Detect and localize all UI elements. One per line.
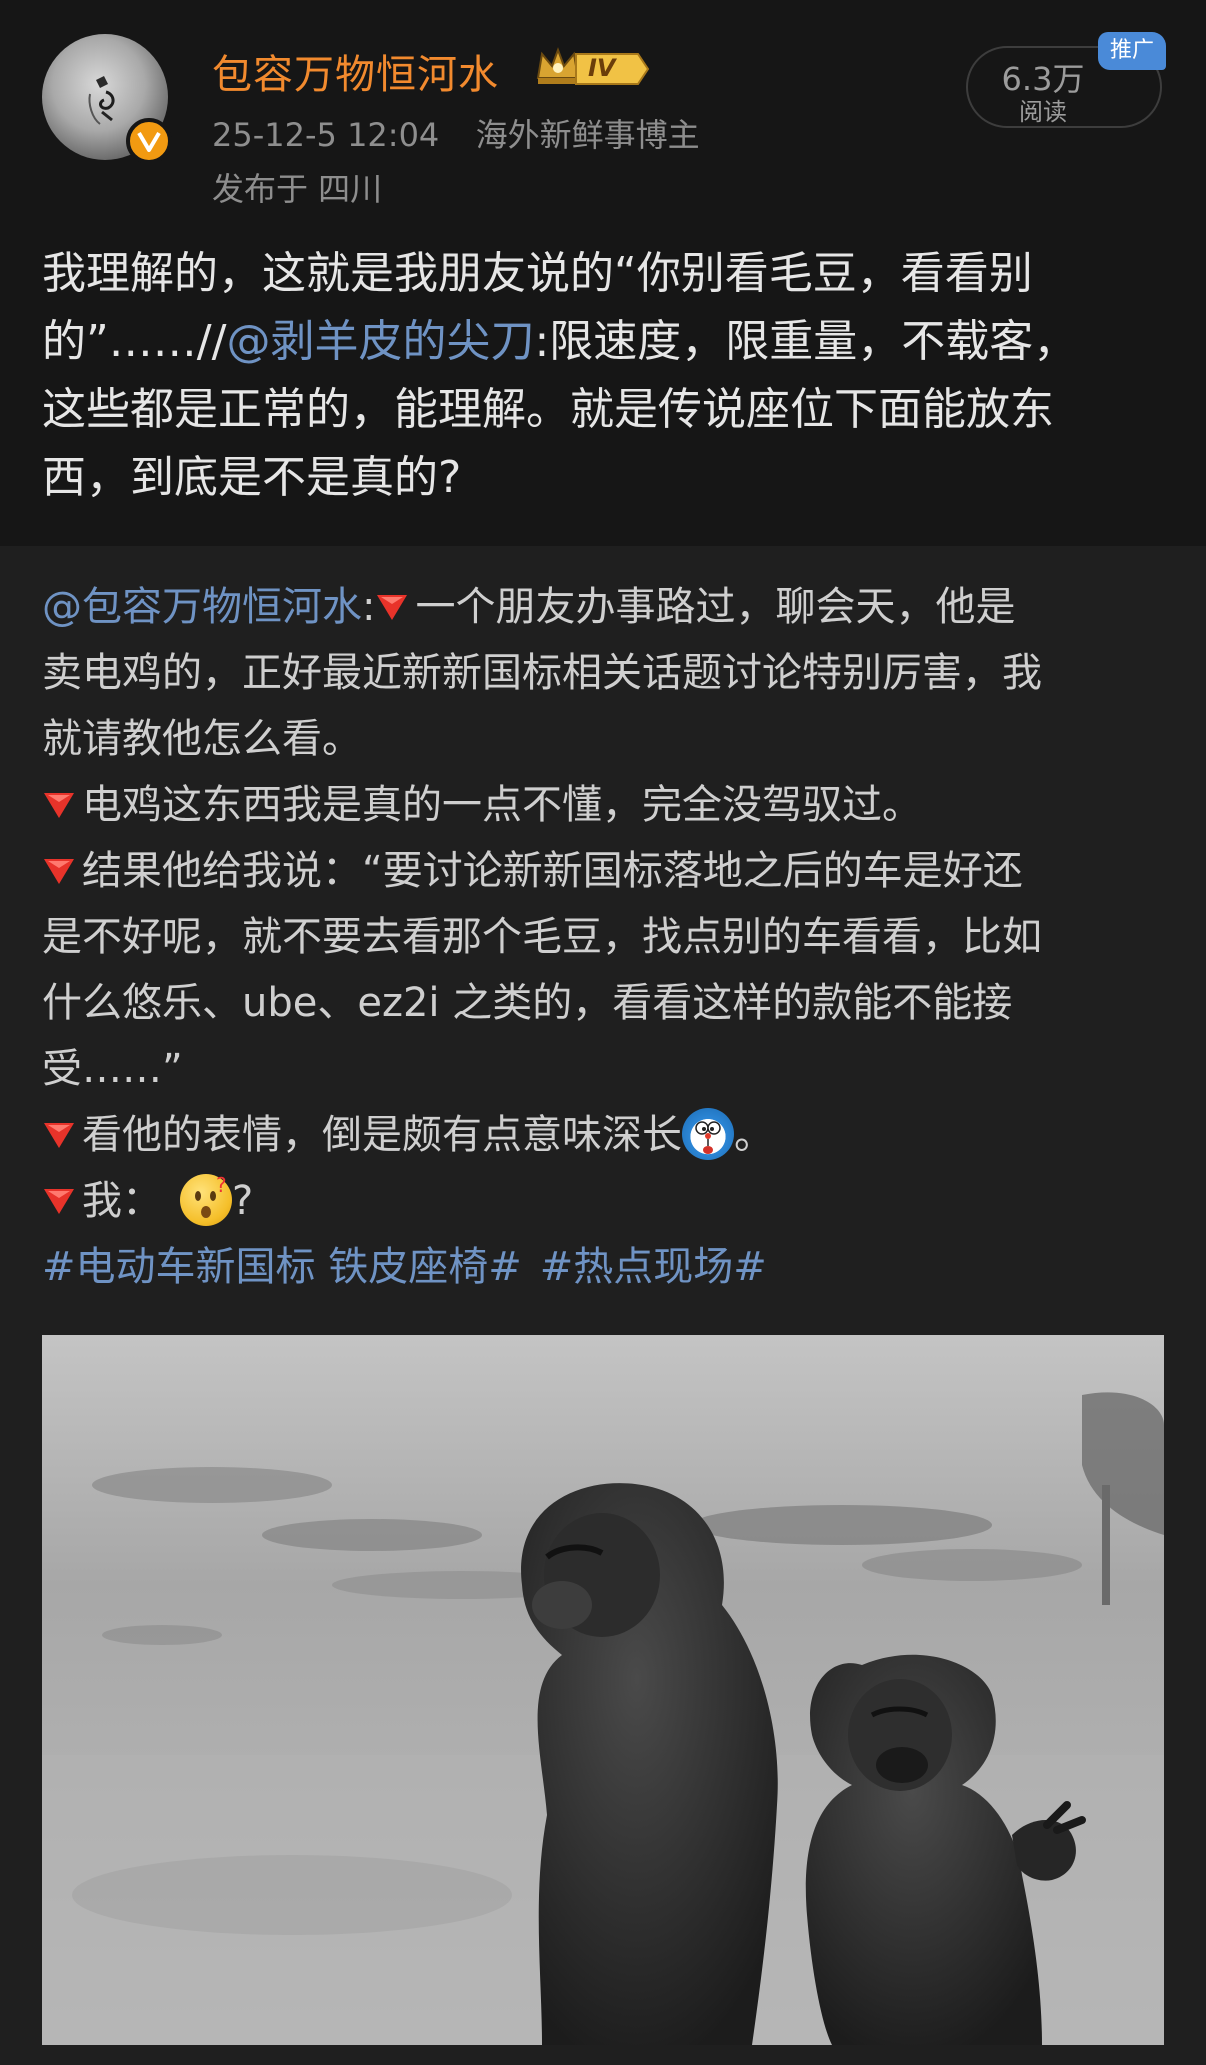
repost-line: 我：?? [42,1168,1166,1234]
post-meta: 25-12-5 12:04 海外新鲜事博主 [212,110,700,156]
red-triangle-icon [377,595,408,620]
repost-line: @包容万物恒河水: 一个朋友办事路过，聊会天，他是 [42,584,1016,630]
red-triangle-icon [44,793,74,818]
verified-badge-icon [126,118,172,164]
hashtag-link[interactable]: #热点现场# [540,1244,767,1290]
username[interactable]: 包容万物恒河水 [212,42,499,100]
post-line: 的”……//@剥羊皮的尖刀:限速度，限重量，不载客， [42,316,1078,367]
repost-line: 什么悠乐、ube、ez2i 之类的，看看这样的款能不能接 [42,980,1013,1026]
repost-line: 是不好呢，就不要去看那个毛豆，找点别的车看看，比如 [42,914,1042,960]
level-badge: IV [574,52,650,86]
attached-image[interactable] [42,1335,1164,2045]
level-badge-label: IV [588,54,616,82]
red-triangle-icon [44,1189,74,1214]
hashtag-link[interactable]: #电动车新国标 铁皮座椅# [42,1244,522,1290]
red-triangle-icon [44,1123,74,1148]
repost-content: @包容万物恒河水: 一个朋友办事路过，聊会天，他是 卖电鸡的，正好最近新新国标相关… [42,574,1166,1300]
post-line: 这些都是正常的，能理解。就是传说座位下面能放东 [42,384,1054,435]
post-content: 我理解的，这就是我朋友说的“你别看毛豆，看看别 的”……//@剥羊皮的尖刀:限速… [42,240,1164,512]
mention-link[interactable]: @剥羊皮的尖刀 [226,316,534,367]
location: 发布于 四川 [212,170,383,208]
repost-line: 卖电鸡的，正好最近新新国标相关话题讨论特别厉害，我 [42,650,1042,696]
repost-line: 就请教他怎么看。 [42,716,362,762]
repost-line: 受……” [42,1046,183,1092]
ad-tag: 推广 [1098,32,1166,70]
repost-line: 电鸡这东西我是真的一点不懂，完全没驾驭过。 [42,772,1166,838]
read-label: 阅读 [1019,98,1067,126]
surprised-face-emoji-icon: ? [180,1173,232,1226]
author-tag: 海外新鲜事博主 [475,116,700,154]
repost-line: 看他的表情，倒是颇有点意味深长。 [42,1102,1166,1168]
red-triangle-icon [44,859,74,884]
post-line: 西，到底是不是真的? [42,452,462,503]
hashtag-line: #电动车新国标 铁皮座椅# #热点现场# [42,1234,1166,1300]
avatar-mark-icon [88,76,115,125]
doraemon-emoji-icon [682,1108,734,1160]
repost-line: 结果他给我说：“要讨论新新国标落地之后的车是好还 [42,838,1166,904]
mention-link[interactable]: @包容万物恒河水 [42,584,362,630]
svg-text:?: ? [216,1174,227,1197]
apes-photo-image [42,1335,1164,2045]
timestamp: 25-12-5 12:04 [212,116,440,154]
post-line: 我理解的，这就是我朋友说的“你别看毛豆，看看别 [42,248,1033,299]
original-post: 包容万物恒河水 IV 25-12-5 12:04 海外新鲜事博主 发布于 四川 … [0,0,1206,546]
